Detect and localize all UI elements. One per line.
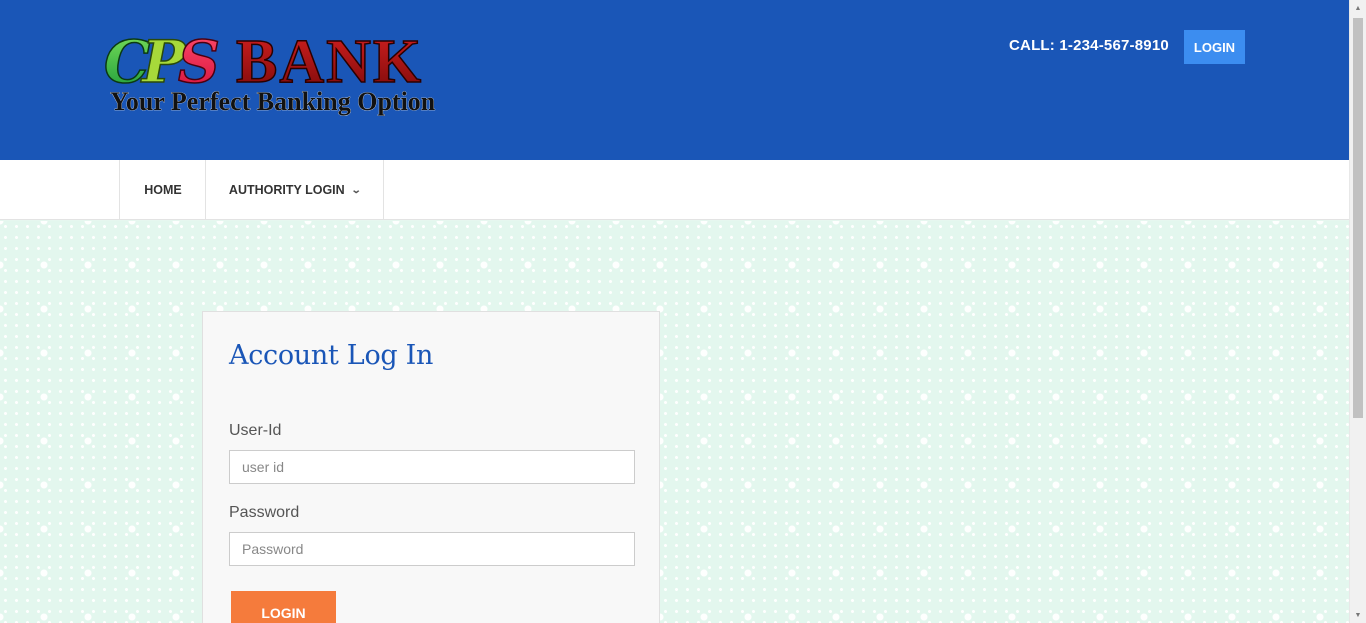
password-label: Password [229,504,300,521]
bank-logo[interactable]: C P S BANK Your Perfect Banking Option [104,28,474,120]
chevron-down-icon: ⌄ [350,184,362,196]
nav-item-label: AUTHORITY LOGIN [228,183,345,197]
nav-item-home[interactable]: HOME [119,160,206,220]
userid-label: User-Id [229,422,282,439]
logo-letter-s: S [178,28,220,96]
nav-item-authority-login[interactable]: AUTHORITY LOGIN ⌄ [205,160,384,220]
login-card: Account Log In User-Id Password LOGIN [202,311,660,623]
login-title: Account Log In [229,340,434,371]
logo-bank-word: BANK [236,28,423,96]
call-number: CALL: 1-234-567-8910 [1009,37,1169,54]
vertical-scrollbar[interactable]: ▲ ▼ [1349,0,1366,623]
login-submit-button[interactable]: LOGIN [231,591,336,623]
scroll-down-icon[interactable]: ▼ [1350,607,1366,623]
password-input[interactable] [229,532,635,566]
header-login-button[interactable]: LOGIN [1184,30,1245,64]
main-nav: HOME AUTHORITY LOGIN ⌄ [0,160,1349,220]
scroll-up-icon[interactable]: ▲ [1350,0,1366,16]
logo-graphic: C P S BANK Your Perfect Banking Option [104,28,436,116]
userid-input[interactable] [229,450,635,484]
nav-item-label: HOME [144,183,182,197]
logo-tagline: Your Perfect Banking Option [110,87,436,116]
scrollbar-thumb[interactable] [1353,18,1363,418]
site-header: C P S BANK Your Perfect Banking Option C… [0,0,1349,160]
